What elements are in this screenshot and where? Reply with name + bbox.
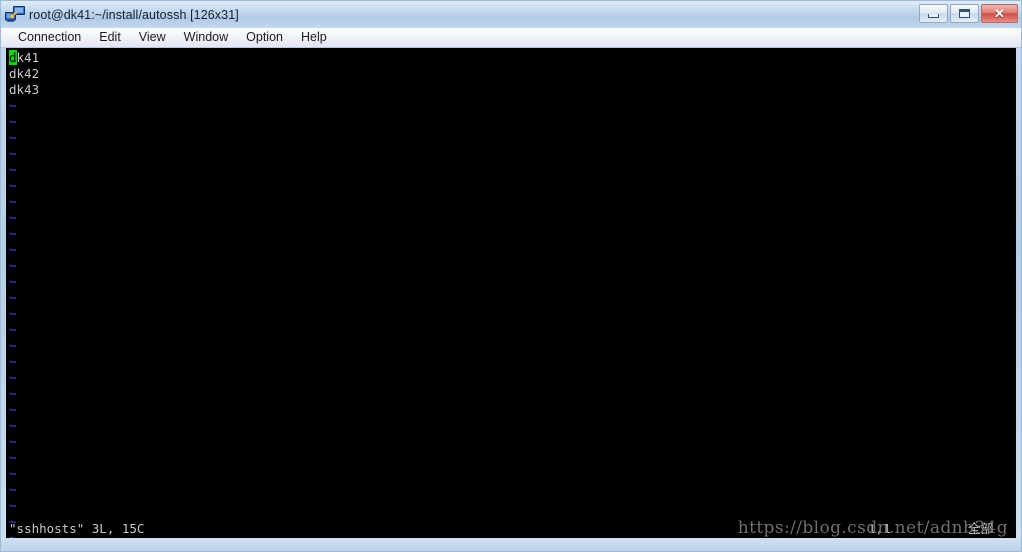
terminal-tilde-line: ~ [9, 114, 17, 129]
terminal-window: root@dk41:~/install/autossh [126x31] ✕ C… [0, 0, 1022, 552]
terminal-screen[interactable]: dk41 dk42 dk43 ~ ~ ~ ~ ~ ~ ~ ~ ~ ~ ~ ~ ~ ~ ~ ~ ~ ~ ~ ~ ~ ~ ~ ~ ~ ~ ~ ~… [6, 48, 1016, 538]
maximize-button[interactable] [950, 4, 979, 23]
menu-connection[interactable]: Connection [9, 28, 90, 47]
terminal-tilde-line: ~ [9, 226, 17, 241]
terminal-tilde-line: ~ [9, 194, 17, 209]
menu-edit[interactable]: Edit [90, 28, 130, 47]
terminal-tilde-line: ~ [9, 370, 17, 385]
terminal-tilde-line: ~ [9, 354, 17, 369]
terminal-tilde-line: ~ [9, 178, 17, 193]
terminal-tilde-line: ~ [9, 130, 17, 145]
terminal-tilde-line: ~ [9, 418, 17, 433]
menu-option[interactable]: Option [237, 28, 292, 47]
terminal-tilde-line: ~ [9, 210, 17, 225]
terminal-line: dk41 [9, 50, 40, 65]
terminal-tilde-line: ~ [9, 306, 17, 321]
terminal-tilde-line: ~ [9, 338, 17, 353]
terminal-tilde-line: ~ [9, 146, 17, 161]
terminal-tilde-line: ~ [9, 386, 17, 401]
terminal-tilde-line: ~ [9, 498, 17, 513]
terminal-tilde-line: ~ [9, 274, 17, 289]
terminal-tilde-line: ~ [9, 482, 17, 497]
vim-ruler-scroll: 全部 [968, 521, 994, 536]
close-icon: ✕ [994, 6, 1005, 21]
minimize-button[interactable] [919, 4, 948, 23]
menu-help[interactable]: Help [292, 28, 336, 47]
terminal-tilde-line: ~ [9, 162, 17, 177]
vim-status-message: "sshhosts" 3L, 15C [9, 521, 145, 536]
terminal-tilde-line: ~ [9, 434, 17, 449]
vim-ruler-position: 1,1 [868, 521, 891, 536]
menu-window[interactable]: Window [175, 28, 237, 47]
terminal-tilde-line: ~ [9, 290, 17, 305]
network-terminal-icon [5, 5, 25, 24]
maximize-icon [959, 9, 970, 18]
terminal-line: dk42 [9, 66, 40, 81]
vim-buffer: dk41 dk42 dk43 ~ ~ ~ ~ ~ ~ ~ ~ ~ ~ ~ ~ ~ ~ ~ ~ ~ ~ ~ ~ ~ ~ ~ ~ ~ ~ ~ ~ [9, 50, 1016, 538]
terminal-line: dk43 [9, 82, 40, 97]
terminal-tilde-line: ~ [9, 450, 17, 465]
status-bar [1, 538, 1021, 551]
menu-bar: Connection Edit View Window Option Help [1, 28, 1021, 48]
minimize-icon [928, 14, 939, 18]
terminal-cursor: d [9, 50, 17, 65]
close-button[interactable]: ✕ [981, 4, 1018, 23]
window-title: root@dk41:~/install/autossh [126x31] [29, 7, 239, 22]
terminal-tilde-line: ~ [9, 242, 17, 257]
terminal-tilde-line: ~ [9, 466, 17, 481]
terminal-tilde-line: ~ [9, 258, 17, 273]
menu-view[interactable]: View [130, 28, 175, 47]
title-bar[interactable]: root@dk41:~/install/autossh [126x31] ✕ [1, 1, 1021, 28]
terminal-area: dk41 dk42 dk43 ~ ~ ~ ~ ~ ~ ~ ~ ~ ~ ~ ~ ~ ~ ~ ~ ~ ~ ~ ~ ~ ~ ~ ~ ~ ~ ~ ~… [1, 48, 1021, 538]
terminal-tilde-line: ~ [9, 322, 17, 337]
terminal-tilde-line: ~ [9, 402, 17, 417]
terminal-tilde-line: ~ [9, 98, 17, 113]
window-controls: ✕ [919, 4, 1018, 23]
